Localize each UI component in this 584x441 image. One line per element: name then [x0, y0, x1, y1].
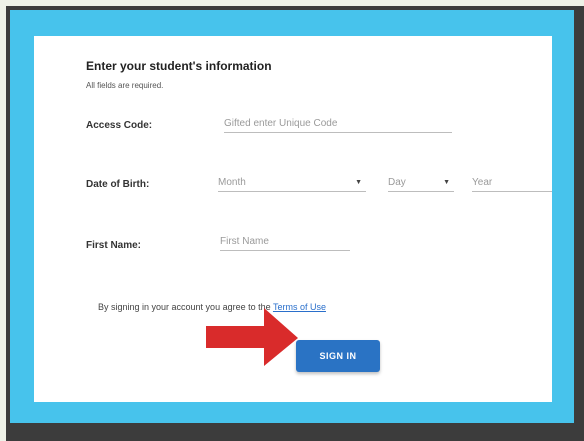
month-select[interactable]: Month ▼ — [218, 173, 366, 192]
month-placeholder: Month — [218, 176, 246, 188]
day-select[interactable]: Day ▼ — [388, 173, 454, 192]
student-info-form: Enter your student's information All fie… — [34, 36, 552, 402]
year-select[interactable]: Year — [472, 173, 552, 192]
form-subtitle: All fields are required. — [86, 81, 164, 90]
first-name-field[interactable]: First Name — [220, 232, 350, 251]
sign-in-button[interactable]: SIGN IN — [296, 340, 380, 372]
year-placeholder: Year — [472, 176, 493, 188]
access-code-label: Access Code: — [86, 120, 153, 131]
access-code-field[interactable]: Gifted enter Unique Code — [224, 114, 452, 133]
day-placeholder: Day — [388, 176, 406, 188]
chevron-down-icon: ▼ — [355, 178, 362, 186]
form-title: Enter your student's information — [86, 59, 272, 73]
red-arrow-icon — [206, 308, 298, 366]
dob-label: Date of Birth: — [86, 179, 150, 190]
first-name-label: First Name: — [86, 240, 142, 251]
first-name-placeholder: First Name — [220, 235, 269, 247]
access-code-placeholder: Gifted enter Unique Code — [224, 117, 338, 129]
chevron-down-icon: ▼ — [443, 178, 450, 186]
